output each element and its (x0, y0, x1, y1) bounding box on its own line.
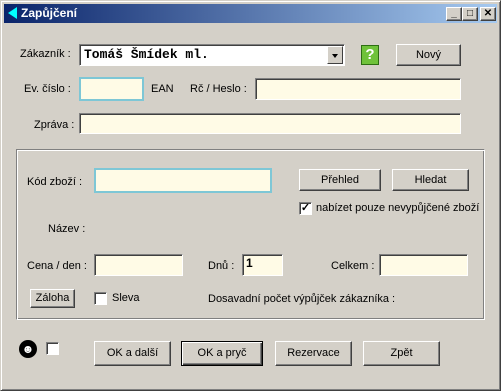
rc-password-label: Rč / Heslo : (190, 83, 247, 95)
ean-label: EAN (151, 83, 174, 95)
loan-dialog: Zapůjčení _ □ ✕ Zákazník : Tomáš Šmídek … (0, 0, 501, 391)
rc-password-field[interactable] (255, 78, 461, 100)
price-per-day-field[interactable] (94, 254, 183, 276)
app-icon (8, 7, 17, 19)
total-field[interactable] (379, 254, 468, 276)
title-bar: Zapůjčení _ □ ✕ (4, 4, 497, 23)
only-available-checkbox[interactable]: ✓ (299, 202, 312, 215)
minimize-button[interactable]: _ (446, 7, 462, 21)
evidence-number-label: Ev. číslo : (24, 83, 71, 95)
chevron-down-icon[interactable] (327, 46, 343, 64)
discount-checkbox[interactable] (94, 292, 107, 305)
ok-next-button[interactable]: OK a další (94, 341, 171, 366)
window-title: Zapůjčení (21, 6, 78, 20)
only-available-label: nabízet pouze nevypůjčené zboží (316, 202, 480, 214)
extra-checkbox[interactable] (46, 342, 59, 355)
deposit-button[interactable]: Záloha (30, 289, 75, 308)
close-button[interactable]: ✕ (480, 7, 496, 21)
customer-label: Zákazník : (20, 48, 71, 60)
message-label: Zpráva : (34, 119, 75, 131)
item-code-field[interactable] (94, 168, 272, 193)
price-per-day-label: Cena / den : (27, 260, 87, 272)
days-label: Dnů : (208, 260, 235, 272)
help-icon[interactable]: ? (361, 45, 379, 65)
days-field[interactable]: 1 (242, 254, 283, 276)
ok-close-button[interactable]: OK a pryč (181, 341, 263, 366)
total-label: Celkem : (331, 260, 375, 272)
customer-combobox[interactable]: Tomáš Šmídek ml. (79, 44, 345, 66)
message-field[interactable] (79, 113, 461, 134)
back-button[interactable]: Zpět (363, 341, 440, 366)
maximize-button[interactable]: □ (462, 7, 478, 21)
new-customer-button[interactable]: Nový (396, 44, 461, 66)
checkmark-icon: ✓ (300, 202, 311, 214)
evidence-number-field[interactable] (79, 77, 144, 101)
search-button[interactable]: Hledat (392, 169, 469, 191)
item-code-label: Kód zboží : (27, 176, 83, 188)
overview-button[interactable]: Přehled (299, 169, 381, 191)
loan-history-label: Dosavadní počet výpůjček zákazníka : (208, 293, 396, 305)
discount-label: Sleva (112, 292, 140, 304)
item-name-label: Název : (48, 223, 86, 235)
customer-value: Tomáš Šmídek ml. (84, 47, 209, 62)
person-icon[interactable]: ☻ (19, 340, 37, 358)
reservation-button[interactable]: Rezervace (275, 341, 352, 366)
